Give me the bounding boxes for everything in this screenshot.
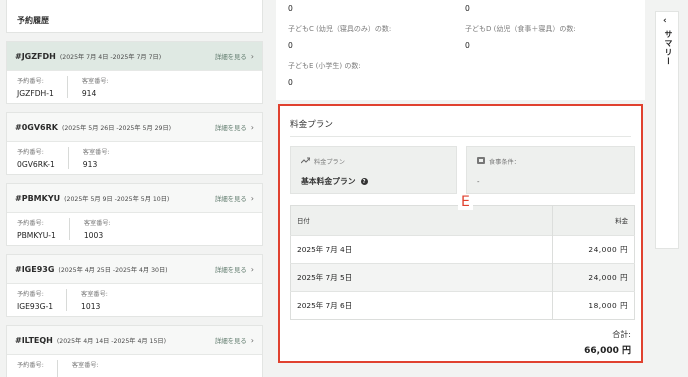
room-no-value: 1013 — [81, 302, 101, 311]
count-value: 0 — [465, 4, 470, 13]
view-details-label: 詳細を見る — [214, 123, 247, 132]
plan-label: 料金プラン — [314, 159, 345, 166]
reservation-code: #IGE93G — [15, 264, 55, 274]
reservation-no-label: 予約番号: — [17, 220, 44, 227]
price-cell: 24,000 円 — [552, 235, 635, 264]
table-row: 2025年 7月 4日 24,000 円 — [290, 235, 635, 264]
chevron-right-icon: › — [250, 264, 254, 274]
price-cell: 18,000 円 — [552, 291, 635, 320]
help-icon[interactable]: ? — [360, 178, 368, 185]
divider — [66, 76, 68, 98]
plan-info-card: 料金プラン 基本料金プラン? — [290, 146, 457, 194]
reservation-code: #PBMKYU — [15, 193, 61, 203]
divider — [68, 218, 70, 240]
annotation-label: E — [458, 194, 473, 210]
table-row: 2025年 7月 6日 18,000 円 — [290, 291, 635, 320]
view-details-label: 詳細を見る — [214, 265, 247, 274]
child-c-label: 子どもC (幼児（寝具のみ）の数: — [288, 25, 392, 33]
count-value: 0 — [288, 4, 293, 13]
divider — [66, 289, 68, 311]
total-label: 合計: — [612, 330, 631, 339]
reservation-dates: (2025年 5月 9日 -2025年 5月 10日) — [64, 195, 170, 203]
reservation-no-value: IGE93G-1 — [17, 302, 54, 311]
divider — [56, 360, 58, 377]
reservation-code: #ILTEQH — [15, 335, 53, 345]
child-d-value: 0 — [465, 41, 470, 50]
child-c-value: 0 — [288, 41, 293, 50]
reservation-detail: 0 0 子どもC (幼児（寝具のみ）の数: 子どもD (幼児（食事＋寝具）の数:… — [276, 0, 645, 377]
child-d-label: 子どもD (幼児（食事＋寝具）の数: — [465, 25, 576, 33]
reservation-history: 予約履歴 #JGZFDH (2025年 7月 4日 -2025年 7月 7日) … — [6, 0, 263, 377]
room-no-label: 客室番号: — [83, 220, 111, 227]
price-cell: 24,000 円 — [552, 263, 635, 292]
reservation-card[interactable]: #ILTEQH (2025年 4月 14日 -2025年 4月 15日) 詳細を… — [6, 325, 263, 377]
reservation-no-value: JGZFDH-1 — [17, 89, 54, 98]
view-details-label: 詳細を見る — [214, 52, 247, 61]
room-no-label: 客室番号: — [81, 291, 108, 298]
total-value: 66,000 円 — [584, 346, 631, 356]
reservation-dates: (2025年 5月 26日 -2025年 5月 29日) — [61, 124, 172, 132]
reservation-dates: (2025年 7月 4日 -2025年 7月 7日) — [59, 53, 162, 61]
view-details-label: 詳細を見る — [214, 336, 247, 345]
chevron-right-icon: › — [250, 193, 254, 203]
meal-info-card: 食事条件： - — [466, 146, 635, 194]
date-cell: 2025年 7月 6日 — [290, 291, 553, 320]
view-details-label: 詳細を見る — [214, 194, 247, 203]
room-no-label: 客室番号: — [81, 78, 109, 85]
reservation-card[interactable]: #JGZFDH (2025年 7月 4日 -2025年 7月 7日) 詳細を見る… — [6, 41, 263, 104]
chevron-right-icon: › — [250, 122, 254, 132]
room-no-value: 914 — [81, 89, 97, 98]
reservation-no-label: 予約番号: — [17, 78, 44, 85]
child-e-label: 子どもE (小学生) の数: — [288, 62, 361, 70]
reservation-card[interactable]: #0GV6RK (2025年 5月 26日 -2025年 5月 29日) 詳細を… — [6, 112, 263, 175]
divider — [67, 147, 69, 169]
reservation-no-value: 0GV6RK-1 — [17, 160, 55, 169]
reservation-no-label: 予約番号: — [17, 149, 44, 156]
chevron-left-icon: ‹ — [663, 16, 667, 26]
reservation-card[interactable]: #IGE93G (2025年 4月 25日 -2025年 4月 30日) 詳細を… — [6, 254, 263, 317]
view-details-link[interactable]: 詳細を見る › — [215, 52, 254, 61]
view-details-link[interactable]: 詳細を見る › — [215, 336, 254, 345]
date-cell: 2025年 7月 5日 — [290, 263, 553, 292]
guest-counts: 0 0 子どもC (幼児（寝具のみ）の数: 子どもD (幼児（食事＋寝具）の数:… — [276, 0, 645, 100]
date-column-header: 日付 — [290, 205, 553, 236]
divider — [290, 136, 631, 137]
room-no-label: 客室番号: — [82, 149, 110, 156]
view-details-link[interactable]: 詳細を見る › — [215, 265, 254, 274]
reservation-dates: (2025年 4月 25日 -2025年 4月 30日) — [58, 266, 168, 274]
meal-label: 食事条件： — [489, 159, 520, 166]
chevron-right-icon: › — [250, 335, 254, 345]
view-details-link[interactable]: 詳細を見る › — [215, 123, 254, 132]
room-no-value: 913 — [82, 160, 98, 169]
plan-value: 基本料金プラン — [301, 177, 356, 186]
reservation-no-value: PBMKYU-1 — [17, 231, 56, 240]
pricing-plan-section: 料金プラン 料金プラン 基本料金プラン? 食事条件： - 日付 料金 2025年… — [278, 104, 643, 363]
room-no-label: 客室番号: — [71, 362, 99, 369]
reservation-no-label: 予約番号: — [17, 291, 44, 298]
view-details-link[interactable]: 詳細を見る › — [215, 194, 254, 203]
history-title: 予約履歴 — [6, 0, 263, 33]
summary-label: サマリー — [664, 30, 673, 66]
price-column-header: 料金 — [552, 205, 635, 236]
table-header-row: 日付 料金 — [290, 205, 635, 236]
reservation-dates: (2025年 4月 14日 -2025年 4月 15日) — [56, 337, 167, 345]
child-e-value: 0 — [288, 78, 293, 87]
plan-section-title: 料金プラン — [290, 120, 333, 130]
summary-toggle[interactable]: ‹ サマリー — [655, 11, 679, 249]
daily-price-table: 日付 料金 2025年 7月 4日 24,000 円 2025年 7月 5日 2… — [290, 205, 635, 320]
chevron-right-icon: › — [250, 51, 254, 61]
meal-icon — [477, 157, 485, 166]
reservation-code: #0GV6RK — [15, 122, 58, 132]
reservation-code: #JGZFDH — [15, 51, 56, 61]
date-cell: 2025年 7月 4日 — [290, 235, 553, 264]
reservation-card-header: #JGZFDH (2025年 7月 4日 -2025年 7月 7日) 詳細を見る… — [7, 42, 262, 71]
room-no-value: 1003 — [83, 231, 104, 240]
table-row: 2025年 7月 5日 24,000 円 — [290, 263, 635, 292]
trending-up-icon — [300, 157, 311, 166]
reservation-no-label: 予約番号: — [17, 362, 44, 369]
meal-value: - — [477, 178, 480, 186]
reservation-card[interactable]: #PBMKYU (2025年 5月 9日 -2025年 5月 10日) 詳細を見… — [6, 183, 263, 246]
